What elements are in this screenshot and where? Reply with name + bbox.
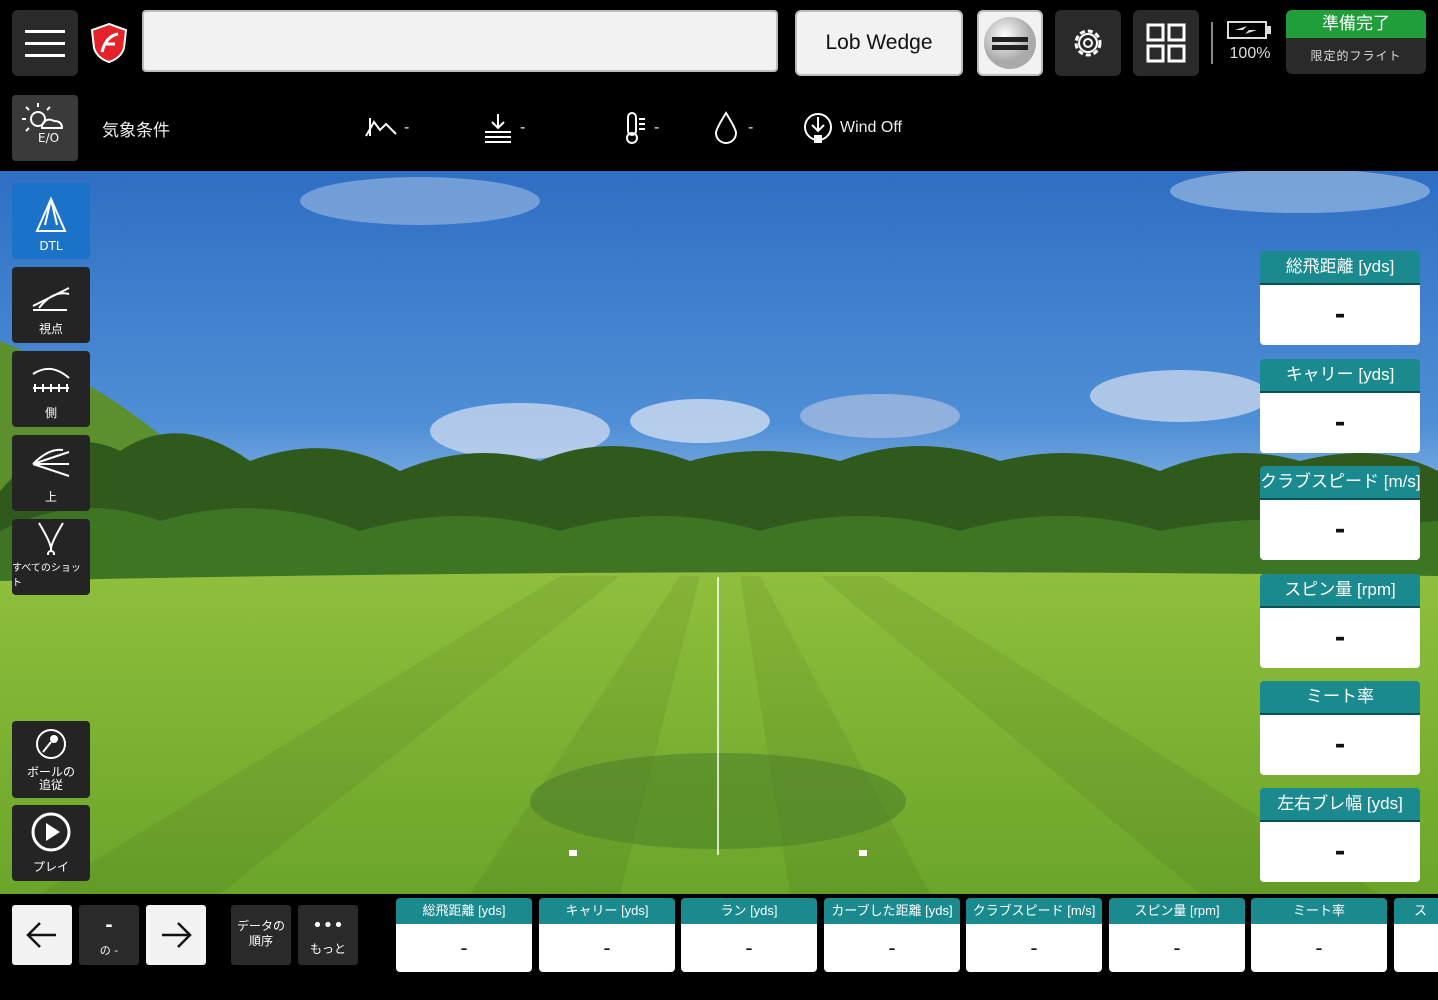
weather-label: 気象条件 [102,121,170,141]
grid-icon [1146,23,1186,63]
humidity-readout: - [712,110,753,146]
bottom-card-partial: ス [1394,898,1438,972]
divider [1211,22,1213,64]
battery-level: 100% [1229,45,1271,62]
weather-toggle-button[interactable]: E/O [12,95,78,161]
battery-status: 100% [1222,20,1278,63]
metric-smash-factor: ミート率 - [1260,681,1420,775]
prev-shot-button[interactable] [12,905,72,965]
play-icon [31,812,71,852]
course-scene [0,171,1438,894]
bottom-card-total: 総飛距離 [yds] - [396,898,532,972]
metric-club-speed: クラブスピード [m/s] - [1260,466,1420,560]
metric-spin: スピン量 [rpm] - [1260,574,1420,668]
club-label: Lob Wedge [825,31,933,54]
app-logo-icon [90,22,128,64]
view-perspective-button[interactable]: 視点 [12,267,90,343]
thermometer-icon [626,112,645,144]
ball-select-button[interactable] [977,10,1043,76]
arrow-left-icon [26,922,56,948]
perspective-view-icon [32,287,70,311]
more-dots-icon: ••• [312,915,344,936]
data-order-button[interactable]: データの順序 [231,905,291,965]
dtl-view-icon [35,196,67,232]
bottom-card-club-speed: クラブスピード [m/s] - [966,898,1102,972]
status-mode: 限定的フライト [1310,49,1402,63]
altitude-icon [365,118,397,137]
view-all-shots-button[interactable]: すべてのショット [12,519,90,595]
battery-icon [1227,21,1271,39]
weather-badge: E/O [38,131,60,145]
view-top-button[interactable]: 上 [12,435,90,511]
altitude-readout: - [364,110,409,146]
bottom-card-smash: ミート率 - [1251,898,1387,972]
pressure-readout: - [482,110,525,146]
play-button[interactable]: プレイ [12,805,90,881]
view-side-button[interactable]: 側 [12,351,90,427]
settings-button[interactable] [1055,10,1121,76]
status-panel[interactable]: 準備完了 限定的フライト [1286,10,1426,74]
track-ball-button[interactable]: ボールの追従 [12,721,90,798]
metric-offline: 左右ブレ幅 [yds] - [1260,788,1420,882]
arrow-right-icon [162,922,192,948]
more-button[interactable]: ••• もっと [298,905,358,965]
status-ready: 準備完了 [1286,10,1426,38]
shot-counter: - の - [79,905,139,965]
bottom-card-spin: スピン量 [rpm] - [1109,898,1245,972]
layout-button[interactable] [1133,10,1199,76]
menu-button[interactable] [12,10,78,76]
golf-ball-icon [984,17,1036,69]
bottom-card-carry: キャリー [yds] - [539,898,675,972]
metric-total-distance: 総飛距離 [yds] - [1260,251,1420,345]
metric-carry: キャリー [yds] - [1260,359,1420,453]
weather-icon [22,103,64,132]
all-shots-icon [38,522,64,555]
water-drop-icon [714,111,738,144]
gear-icon [1074,29,1102,57]
temperature-readout: - [620,110,659,146]
bottom-card-run: ラン [yds] - [681,898,817,972]
wind-readout[interactable]: Wind Off [802,110,902,146]
top-view-icon [32,448,70,477]
view-dtl-button[interactable]: DTL [12,183,90,259]
course-view[interactable] [0,171,1438,894]
wind-icon [804,113,832,143]
hamburger-icon [25,30,65,57]
club-select-button[interactable]: Lob Wedge [795,10,963,76]
search-input[interactable] [142,10,778,72]
side-view-icon [32,367,70,392]
bottom-card-curve: カーブした距離 [yds] - [824,898,960,972]
ball-tracking-icon [36,729,66,759]
next-shot-button[interactable] [146,905,206,965]
pressure-icon [485,114,511,143]
